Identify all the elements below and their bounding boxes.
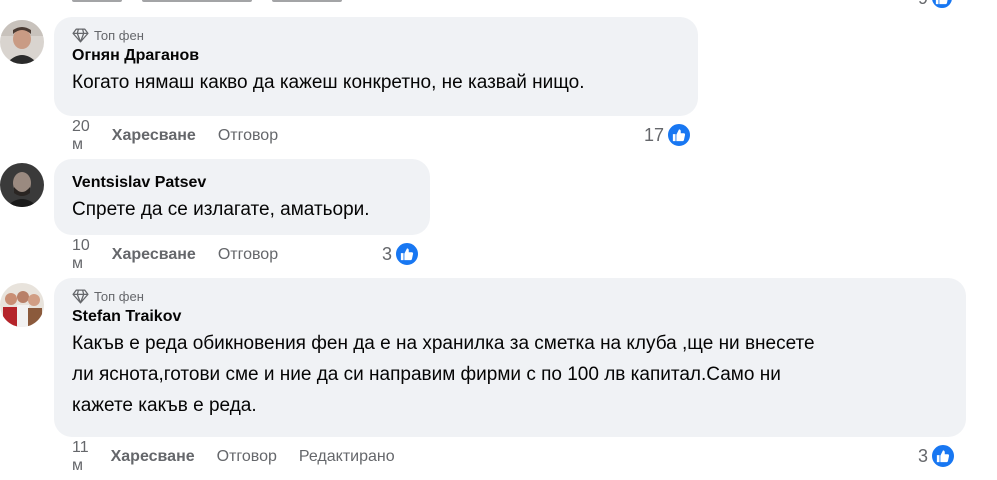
avatar[interactable] xyxy=(0,20,44,64)
comment-bubble: Ventsislav Patsev Спрете да се излагате,… xyxy=(54,159,430,235)
top-fan-badge: Топ фен xyxy=(72,286,948,306)
edited-label[interactable]: Редактирано xyxy=(299,448,395,466)
comment-text: Спрете да се излагате, аматьори. xyxy=(72,199,370,220)
comment-actions: 11 м Харесване Отговор Редактирано xyxy=(72,439,395,474)
comment-text-line: ли яснота,готови сме и ние да си направи… xyxy=(72,364,781,385)
reply-button[interactable]: Отговор xyxy=(218,246,278,264)
diamond-icon xyxy=(72,27,89,43)
thumbs-up-icon xyxy=(666,122,693,148)
comment-text-line: Какъв е реда обикновения фен да е на хра… xyxy=(72,333,815,354)
thumbs-up-icon xyxy=(930,0,955,10)
top-fan-badge: Топ фен xyxy=(72,25,680,45)
reaction-count[interactable]: 3 xyxy=(918,443,957,469)
thumbs-up-icon xyxy=(930,443,957,469)
comment-actions: 10 м Харесване Отговор xyxy=(72,237,278,272)
previous-comment-reactions: 9 xyxy=(918,0,955,10)
comment-bubble: Топ фен Stefan Traikov Какъв е реда обик… xyxy=(54,278,966,437)
comment-text: Какъв е реда обикновения фен да е на хра… xyxy=(72,328,948,421)
comment-author[interactable]: Ventsislav Patsev xyxy=(72,172,412,194)
reaction-count[interactable]: 17 xyxy=(644,122,693,148)
reaction-count[interactable]: 3 xyxy=(382,241,421,267)
like-button[interactable]: Харесване xyxy=(111,448,195,466)
comment-text: Когато нямаш какво да кажеш конкретно, н… xyxy=(72,72,585,93)
comment-author[interactable]: Огнян Драганов xyxy=(72,45,680,67)
previous-comment-actions xyxy=(72,0,342,4)
comment-time[interactable]: 20 м xyxy=(72,118,90,154)
like-button[interactable]: Харесване xyxy=(112,246,196,264)
avatar[interactable] xyxy=(0,163,44,207)
comment-author[interactable]: Stefan Traikov xyxy=(72,306,948,328)
comment-bubble: Топ фен Огнян Драганов Когато нямаш какв… xyxy=(54,17,698,116)
comment-time[interactable]: 11 м xyxy=(72,439,89,475)
comment-text-line: кажете какъв е реда. xyxy=(72,395,257,416)
comment-actions: 20 м Харесване Отговор xyxy=(72,118,278,153)
comment-time[interactable]: 10 м xyxy=(72,237,90,273)
avatar[interactable] xyxy=(0,283,44,327)
reply-button[interactable]: Отговор xyxy=(218,127,278,145)
like-button[interactable]: Харесване xyxy=(112,127,196,145)
diamond-icon xyxy=(72,288,89,304)
thumbs-up-icon xyxy=(394,241,421,267)
reply-button[interactable]: Отговор xyxy=(217,448,277,466)
